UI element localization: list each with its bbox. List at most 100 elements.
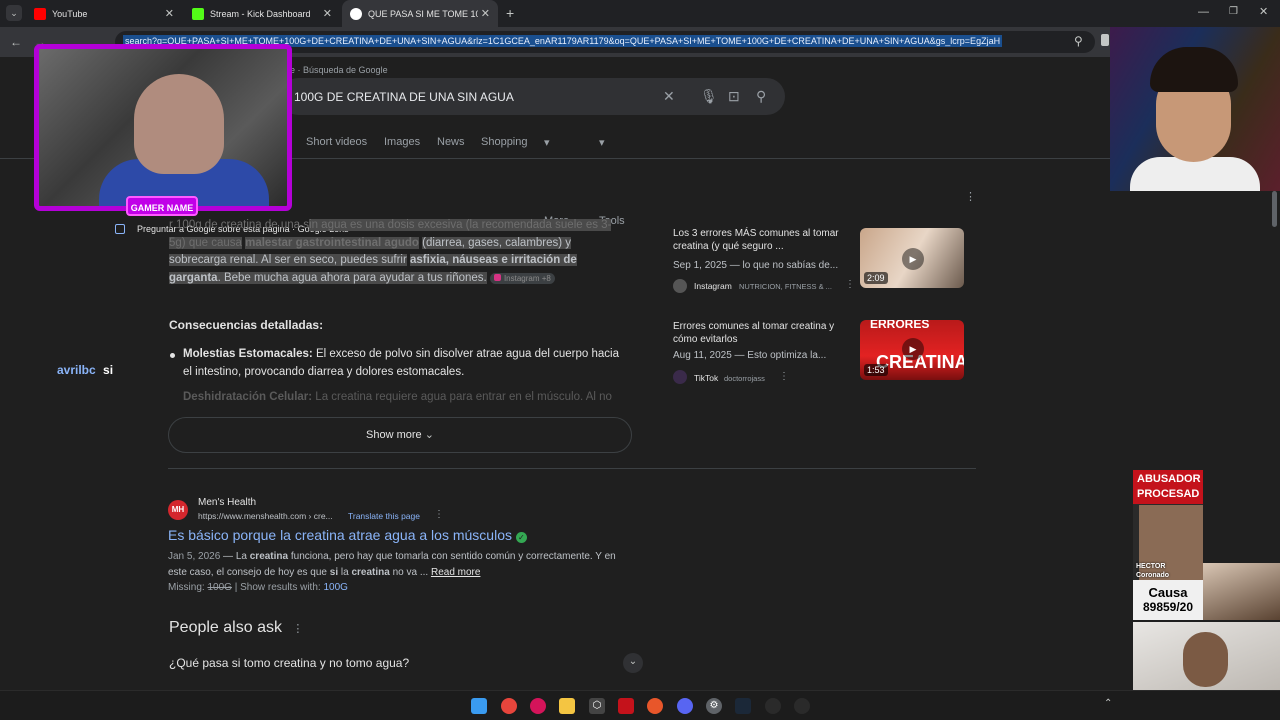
play-icon[interactable]: ▶ (902, 338, 924, 360)
instagram-icon (493, 273, 501, 281)
taskbar: ⬡ ⚙ ⌃ (0, 690, 1280, 720)
tab-more[interactable]: More ▾ (544, 136, 569, 227)
tab-youtube[interactable]: YouTube ✕ (26, 0, 182, 27)
show-more-button[interactable]: Show more ⌄ (168, 417, 632, 453)
tray-chevron-icon[interactable]: ⌃ (1104, 698, 1112, 709)
news-caption: Causa 89859/20 (1133, 580, 1203, 620)
maximize-icon[interactable]: ❐ (1229, 6, 1238, 17)
app-icon[interactable] (618, 698, 634, 714)
people-also-ask-heading: People also ask ⋮ (169, 619, 303, 637)
app-icon[interactable] (647, 698, 663, 714)
tab-short-videos[interactable]: Short videos (306, 136, 367, 148)
app-icon[interactable] (765, 698, 781, 714)
site-name[interactable]: Men's Health (198, 497, 256, 508)
windows-start-icon[interactable] (471, 698, 487, 714)
extensions-icon[interactable] (1101, 34, 1109, 46)
close-icon[interactable]: ✕ (481, 7, 490, 20)
search-box[interactable]: 100G DE CREATINA DE UNA SIN AGUA ✕ 🎙 ⊡ ⚲ (280, 78, 785, 115)
tiktok-icon (673, 370, 687, 384)
clear-icon[interactable]: ✕ (663, 88, 675, 105)
tab-subtitle: e · Búsqueda de Google (290, 65, 388, 75)
tab-news[interactable]: News (437, 136, 465, 148)
video-title: Los 3 errores MÁS comunes al tomar creat… (673, 228, 839, 252)
video-thumbnail[interactable]: ERRORES CREATINA ▶ 1:53 (860, 320, 964, 380)
steam-icon[interactable] (735, 698, 751, 714)
video-thumbnail[interactable]: ▶ 2:09 (860, 228, 964, 288)
streamer-webcam (34, 44, 292, 211)
google-icon (350, 7, 362, 20)
new-tab-button[interactable]: + (506, 5, 514, 21)
discord-icon[interactable] (677, 698, 693, 714)
kebab-menu-icon[interactable]: ⋮ (779, 371, 789, 382)
snippet-bold: creatina (249, 551, 289, 562)
bottom-webcam (1133, 622, 1280, 690)
microphone-icon[interactable]: 🎙 (700, 88, 718, 105)
tab-tools[interactable]: Tools ▾ (599, 136, 625, 227)
bullet-dot (170, 353, 175, 358)
kebab-menu-icon[interactable]: ⋮ (965, 190, 976, 203)
tab-shopping[interactable]: Shopping (481, 136, 528, 148)
source-chip[interactable]: Instagram +8 (489, 272, 555, 284)
banner-line-2: PROCESAD (1137, 488, 1200, 500)
show-with-label: Show results with: (240, 582, 321, 593)
tab-label: QUE PASA SI ME TOME 100G D (368, 8, 478, 19)
guest-shirt (1130, 157, 1260, 191)
app-icon[interactable] (794, 698, 810, 714)
video-card[interactable]: Errores comunes al tomar creatina y cómo… (664, 312, 969, 392)
paa-question[interactable]: ¿Qué pasa si tomo creatina y no tomo agu… (169, 653, 647, 677)
window-close-icon[interactable]: ✕ (1259, 5, 1268, 18)
bullet-title: Molestias Estomacales: (183, 348, 313, 360)
chrome-icon[interactable] (501, 698, 517, 714)
video-date: Aug 11, 2025 — Esto optimiza la... (673, 350, 827, 361)
paa-title: People also ask (169, 619, 282, 636)
bullet-title: Deshidratación Celular: (183, 391, 313, 403)
side-scrollbar[interactable] (1272, 191, 1277, 227)
snippet-text: no va ... (389, 567, 429, 578)
name-line-1: HECTOR (1136, 563, 1166, 570)
streamer-face (134, 74, 224, 174)
file-explorer-icon[interactable] (559, 698, 575, 714)
zoom-search-icon[interactable]: ⚲ (1074, 34, 1083, 48)
search-icon[interactable]: ⚲ (756, 88, 766, 105)
settings-icon[interactable]: ⚙ (706, 698, 722, 714)
section-divider (168, 468, 976, 469)
youtube-icon (34, 7, 46, 20)
minimize-icon[interactable]: — (1198, 6, 1209, 18)
result-title-link[interactable]: Es básico porque la creatina atrae agua … (168, 527, 527, 543)
app-icon[interactable] (530, 698, 546, 714)
tab-list-chevron-icon[interactable]: ⌄ (6, 5, 22, 21)
search-input[interactable]: 100G DE CREATINA DE UNA SIN AGUA (294, 90, 514, 104)
show-with-link[interactable]: 100G (323, 582, 347, 593)
camera-lens-icon[interactable]: ⊡ (728, 88, 740, 105)
video-duration: 1:53 (864, 364, 888, 376)
banner-line-1: ABUSADOR (1137, 473, 1201, 485)
video-card[interactable]: Los 3 errores MÁS comunes al tomar creat… (664, 221, 969, 301)
translate-link[interactable]: Translate this page (348, 511, 420, 521)
gamer-name-badge: GAMER NAME (126, 196, 198, 216)
back-icon[interactable]: ← (10, 35, 22, 49)
kebab-menu-icon[interactable]: ⋮ (845, 279, 855, 290)
tab-images[interactable]: Images (384, 136, 420, 148)
tab-kick-dashboard[interactable]: Stream - Kick Dashboard ✕ (184, 0, 340, 27)
news-banner: ABUSADOR PROCESAD (1133, 470, 1203, 504)
app-icon[interactable]: ⬡ (589, 698, 605, 714)
read-more-link[interactable]: Read more (431, 567, 480, 578)
close-icon[interactable]: ✕ (323, 7, 332, 20)
video-author: doctorrojass (724, 374, 765, 383)
ai-text-6: . Bebe mucha agua ahora para ayudar a tu… (217, 271, 487, 284)
chat-text: si (103, 363, 114, 377)
play-icon[interactable]: ▶ (902, 248, 924, 270)
kebab-menu-icon[interactable]: ⋮ (434, 509, 444, 520)
chat-username: avrilbc (57, 363, 96, 377)
video-duration: 2:09 (864, 272, 888, 284)
bottom-face (1183, 632, 1228, 687)
tab-bar: ⌄ YouTube ✕ Stream - Kick Dashboard ✕ QU… (0, 0, 1280, 27)
missing-label: Missing: (168, 582, 205, 593)
close-icon[interactable]: ✕ (165, 7, 174, 20)
verified-icon: ✓ (515, 532, 527, 543)
tab-google-search[interactable]: QUE PASA SI ME TOME 100G D ✕ (342, 0, 498, 27)
site-url[interactable]: https://www.menshealth.com › cre... (198, 511, 333, 521)
missing-line: Missing: 100G | Show results with: 100G (168, 582, 348, 593)
ai-bullet-2: Deshidratación Celular: La creatina requ… (183, 389, 633, 405)
kebab-menu-icon[interactable]: ⋮ (292, 623, 303, 635)
